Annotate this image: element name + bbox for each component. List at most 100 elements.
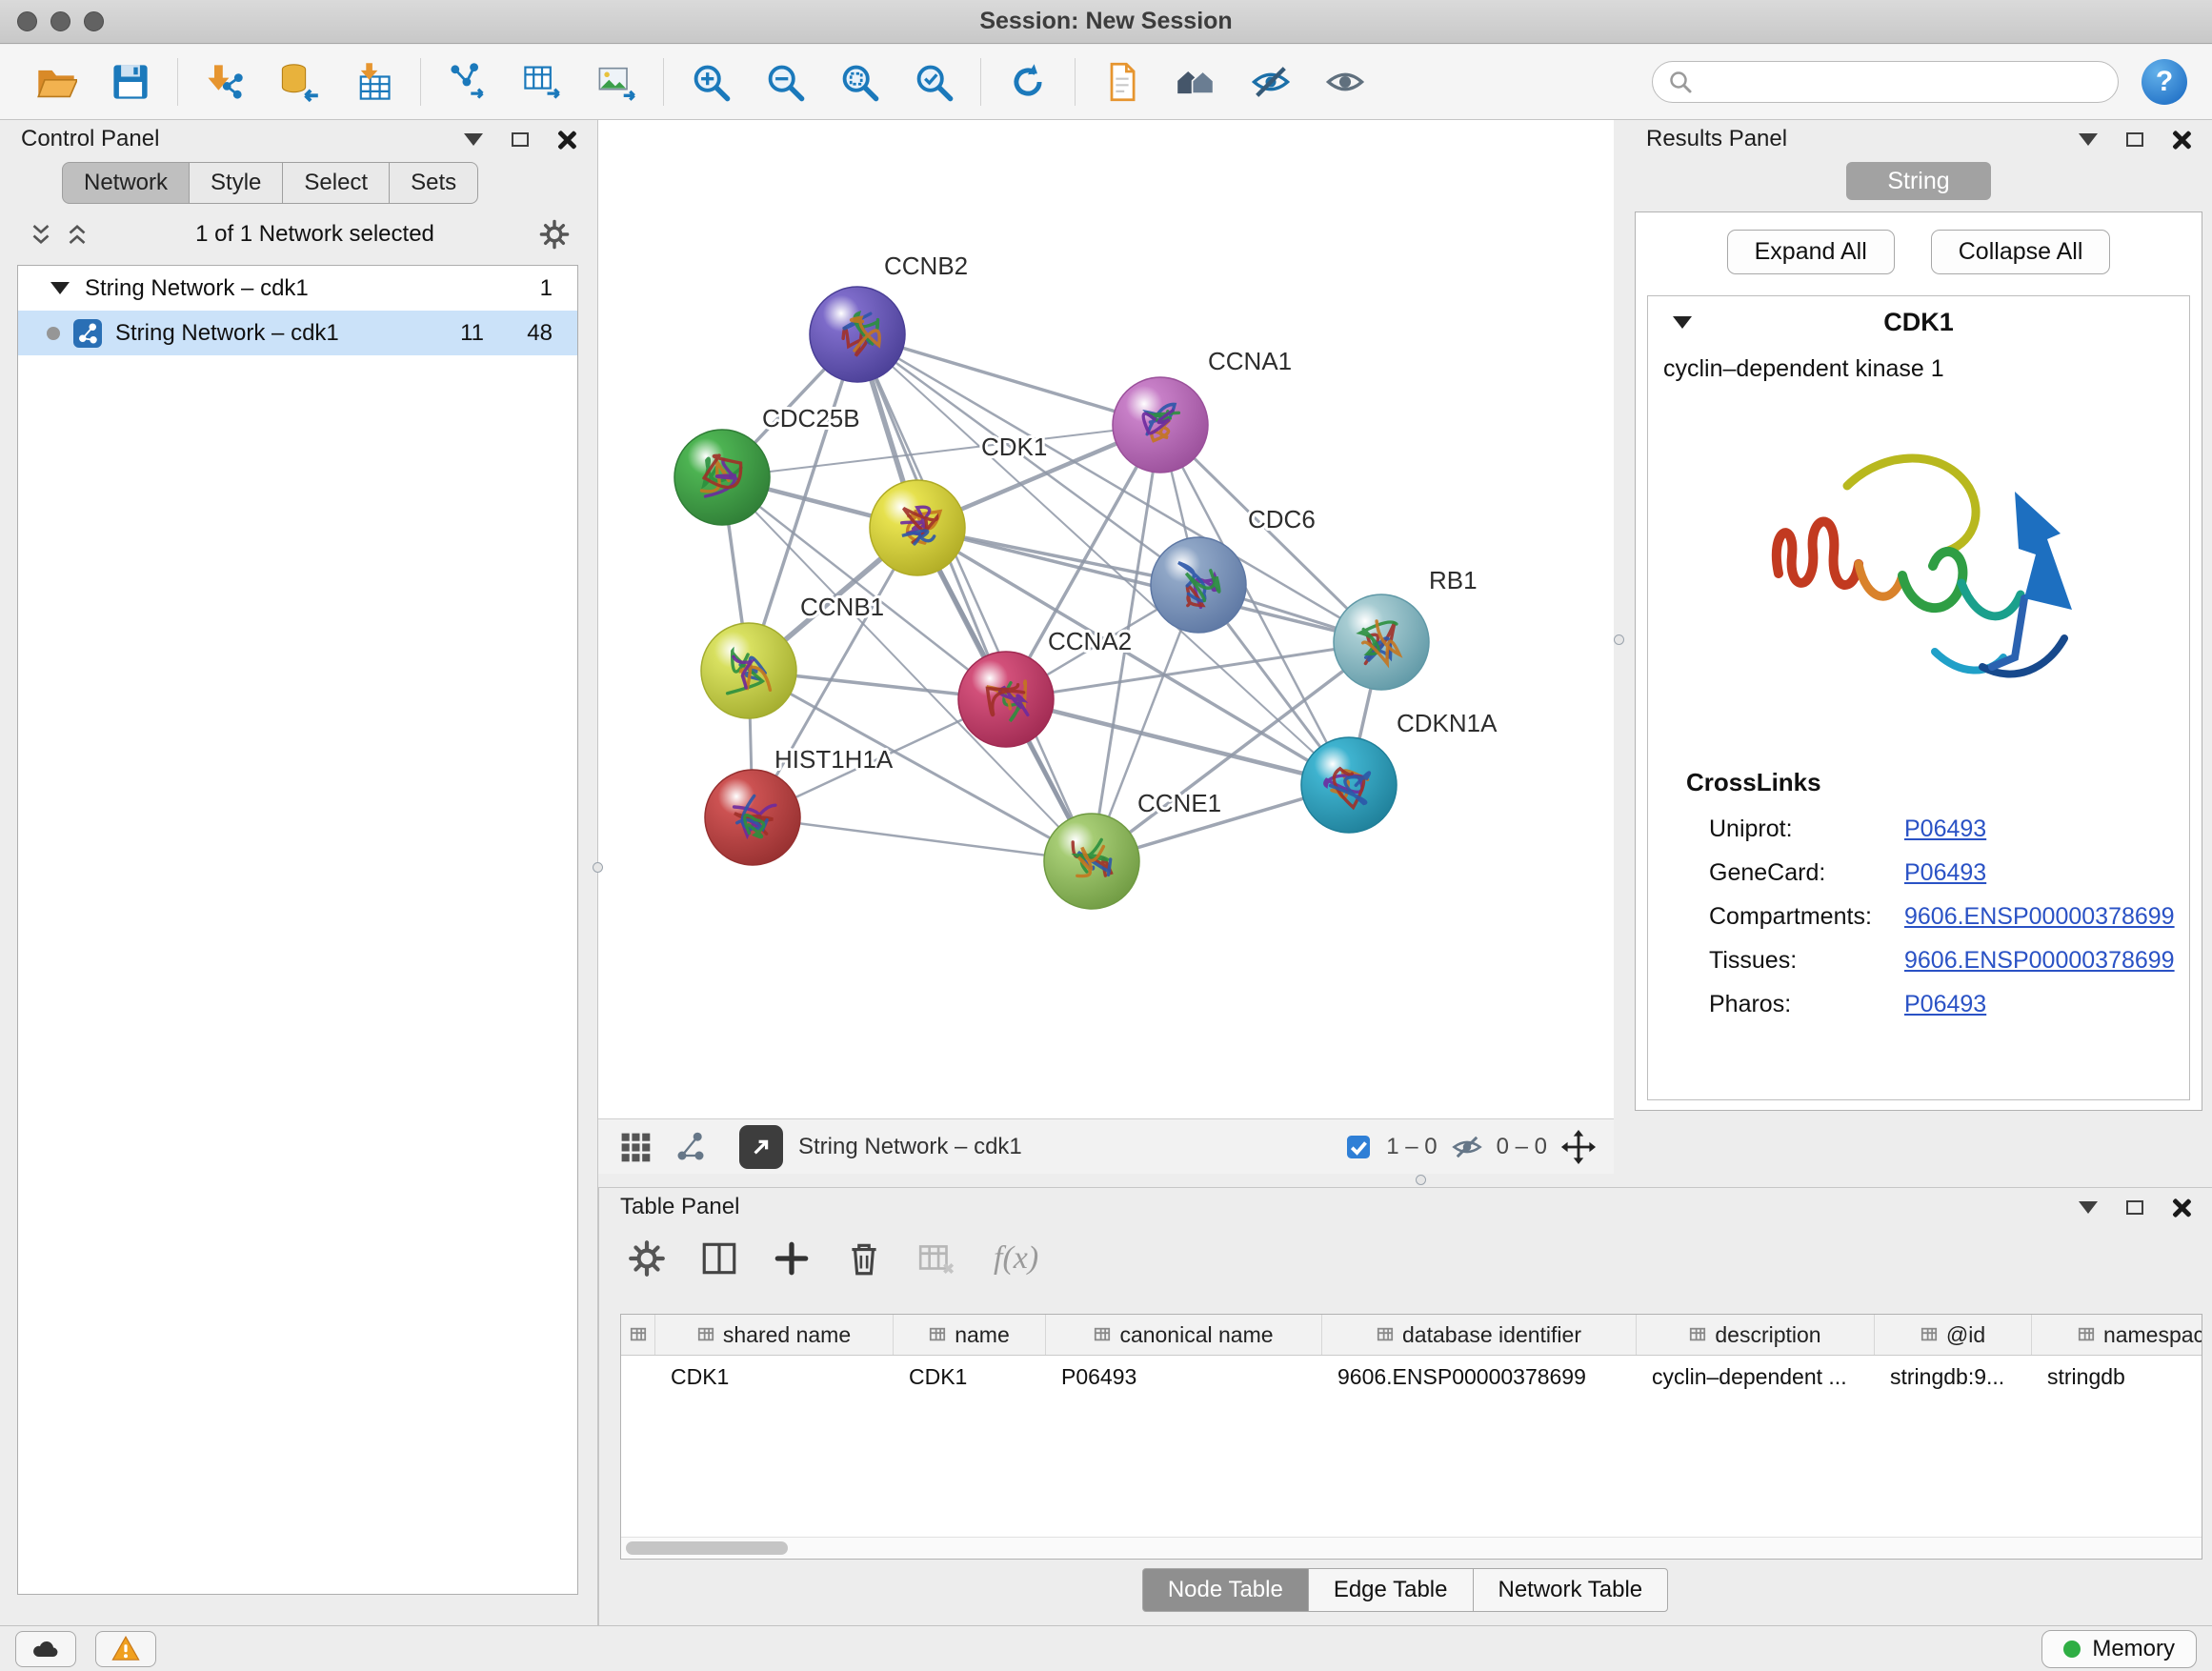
network-node-CDKN1A[interactable] (1301, 737, 1397, 833)
network-node-CCNB2[interactable] (810, 287, 905, 382)
warnings-button[interactable] (95, 1631, 156, 1667)
column-header-name[interactable]: name (894, 1315, 1046, 1355)
first-neighbors-button[interactable] (1165, 53, 1228, 111)
network-node-CDK1[interactable] (870, 480, 965, 575)
gear-icon[interactable] (538, 218, 571, 251)
zoom-fit-button[interactable] (828, 53, 891, 111)
open-session-button[interactable] (25, 53, 88, 111)
column-header-description[interactable]: description (1637, 1315, 1875, 1355)
splitter-handle[interactable] (1614, 634, 1624, 645)
panel-menu-icon[interactable] (2079, 133, 2098, 146)
expand-all-icon[interactable] (63, 220, 91, 249)
collapse-all-icon[interactable] (27, 220, 55, 249)
tab-network[interactable]: Network (62, 162, 190, 204)
splitter-handle[interactable] (1416, 1175, 1426, 1185)
close-window-icon[interactable] (17, 11, 37, 31)
delete-column-button[interactable] (841, 1236, 887, 1281)
create-column-button[interactable] (769, 1236, 814, 1281)
zoom-selected-button[interactable] (902, 53, 965, 111)
column-header-database-identifier[interactable]: database identifier (1322, 1315, 1637, 1355)
function-builder-button[interactable]: f(x) (994, 1240, 1038, 1277)
table-horizontal-scrollbar[interactable] (621, 1537, 2202, 1559)
scrollbar-thumb[interactable] (626, 1541, 788, 1555)
network-graph: CCNB2CCNA1CDC25BCDK1CDC6RB1CCNB1CCNA2CDK… (598, 120, 1614, 1118)
crosslink-link[interactable]: P06493 (1904, 815, 1986, 843)
network-node-CCNA2[interactable] (958, 652, 1054, 747)
column-header-shared-name[interactable]: shared name (655, 1315, 894, 1355)
expand-all-button[interactable]: Expand All (1727, 230, 1895, 274)
hide-selected-button[interactable] (1239, 53, 1302, 111)
network-edge-CCNA2-CDKN1A[interactable] (1006, 699, 1349, 785)
pan-crosshair-icon[interactable] (1560, 1129, 1597, 1165)
panel-menu-icon[interactable] (464, 133, 483, 146)
network-collection-row[interactable]: String Network – cdk1 1 (18, 266, 577, 311)
tab-select[interactable]: Select (282, 162, 390, 204)
grid-view-button[interactable] (615, 1127, 655, 1167)
birdseye-view-button[interactable] (671, 1127, 711, 1167)
tab-node-table[interactable]: Node Table (1142, 1568, 1309, 1612)
network-node-CCNA1[interactable] (1113, 377, 1208, 473)
help-button[interactable]: ? (2142, 59, 2187, 105)
tab-style[interactable]: Style (189, 162, 283, 204)
memory-button[interactable]: Memory (2041, 1630, 2197, 1668)
vertical-splitter[interactable] (1614, 120, 1625, 1174)
panel-close-icon[interactable] (2172, 1198, 2191, 1217)
network-edge-HIST1H1A-CCNE1[interactable] (753, 817, 1092, 861)
minimize-window-icon[interactable] (50, 11, 70, 31)
disclosure-triangle-icon[interactable] (1673, 316, 1692, 329)
splitter-handle[interactable] (593, 862, 603, 873)
save-session-button[interactable] (99, 53, 162, 111)
import-table-button[interactable] (342, 53, 405, 111)
new-table-from-network-button[interactable] (511, 53, 573, 111)
network-node-CDC25B[interactable] (674, 430, 770, 525)
network-node-CCNB1[interactable] (701, 623, 796, 718)
network-row-selected[interactable]: String Network – cdk1 11 48 (18, 311, 577, 355)
tab-sets[interactable]: Sets (389, 162, 478, 204)
panel-float-icon[interactable] (2126, 1200, 2143, 1215)
column-header-canonical-name[interactable]: canonical name (1046, 1315, 1322, 1355)
tab-string[interactable]: String (1846, 162, 1991, 200)
crosslink-link[interactable]: 9606.ENSP00000378699 (1904, 947, 2175, 975)
zoom-out-button[interactable] (754, 53, 816, 111)
table-settings-button[interactable] (624, 1236, 670, 1281)
panel-float-icon[interactable] (2126, 132, 2143, 147)
horizontal-splitter[interactable] (598, 1174, 2212, 1187)
panel-close-icon[interactable] (2172, 130, 2191, 149)
apply-layout-button[interactable] (996, 53, 1059, 111)
collapse-all-button[interactable]: Collapse All (1931, 230, 2111, 274)
network-node-CCNE1[interactable] (1044, 814, 1139, 909)
show-all-button[interactable] (1314, 53, 1377, 111)
network-canvas[interactable]: CCNB2CCNA1CDC25BCDK1CDC6RB1CCNB1CCNA2CDK… (598, 120, 1614, 1118)
hidden-eye-slash-icon[interactable] (1451, 1131, 1483, 1163)
import-network-from-file-button[interactable] (193, 53, 256, 111)
export-image-button[interactable] (585, 53, 648, 111)
crosslink-link[interactable]: P06493 (1904, 859, 1986, 887)
panel-menu-icon[interactable] (2079, 1201, 2098, 1214)
crosslink-link[interactable]: P06493 (1904, 991, 1986, 1018)
show-columns-button[interactable] (696, 1236, 742, 1281)
column-header--id[interactable]: @id (1875, 1315, 2032, 1355)
network-node-CDC6[interactable] (1151, 537, 1246, 633)
window-title: Session: New Session (979, 8, 1232, 35)
network-node-HIST1H1A[interactable] (705, 770, 800, 865)
disclosure-triangle-icon[interactable] (50, 282, 70, 294)
new-network-from-selection-button[interactable] (436, 53, 499, 111)
zoom-in-button[interactable] (679, 53, 742, 111)
column-header-namespac[interactable]: namespac (2032, 1315, 2202, 1355)
table-row[interactable]: CDK1CDK1P064939606.ENSP00000378699cyclin… (621, 1356, 2202, 1396)
panel-close-icon[interactable] (557, 130, 576, 149)
tab-network-table[interactable]: Network Table (1473, 1568, 1669, 1612)
network-edge-CCNB2-CCNE1[interactable] (857, 334, 1092, 861)
import-network-from-database-button[interactable] (268, 53, 331, 111)
cloud-status-button[interactable] (15, 1631, 76, 1667)
network-node-RB1[interactable] (1334, 594, 1429, 690)
open-report-button[interactable] (1091, 53, 1154, 111)
gene-section-header[interactable]: CDK1 (1648, 296, 2189, 348)
export-network-button[interactable] (739, 1125, 783, 1169)
maximize-window-icon[interactable] (84, 11, 104, 31)
selected-checkbox-icon[interactable] (1344, 1133, 1373, 1161)
panel-float-icon[interactable] (512, 132, 529, 147)
search-input[interactable] (1704, 69, 2102, 95)
tab-edge-table[interactable]: Edge Table (1308, 1568, 1474, 1612)
crosslink-link[interactable]: 9606.ENSP00000378699 (1904, 903, 2175, 931)
